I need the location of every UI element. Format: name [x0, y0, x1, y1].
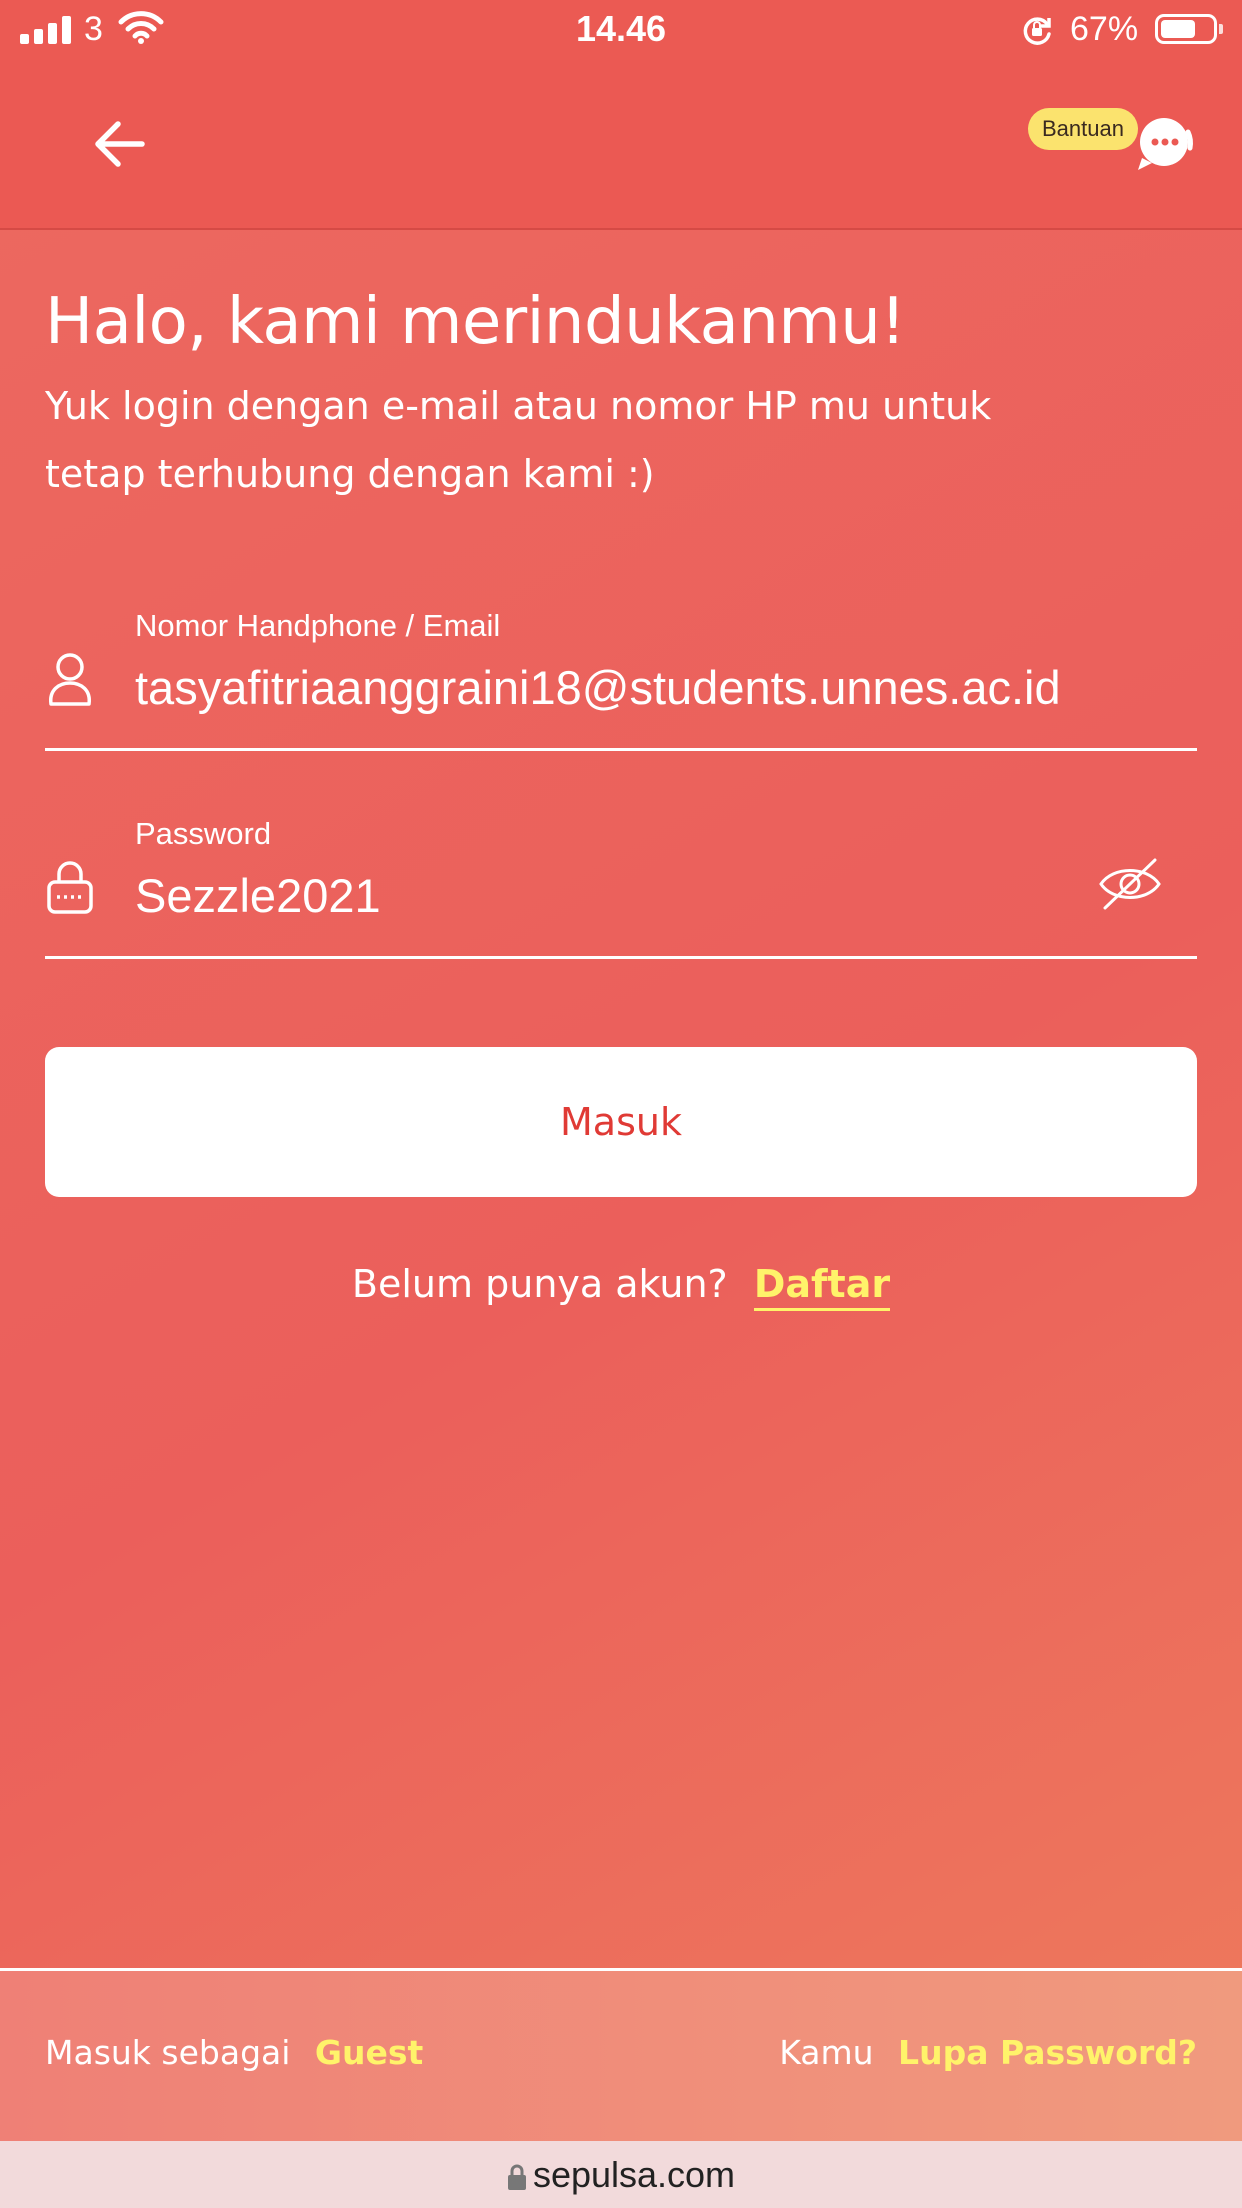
register-row: Belum punya akun? Daftar — [0, 1262, 1242, 1311]
email-input[interactable] — [135, 660, 1135, 715]
forgot-password-row: Kamu Lupa Password? — [779, 2033, 1197, 2072]
back-button[interactable] — [90, 118, 150, 170]
bottom-bar: Masuk sebagai Guest Kamu Lupa Password? — [0, 1968, 1242, 2144]
help-button[interactable]: Bantuan — [1028, 108, 1198, 178]
guest-prefix: Masuk sebagai — [45, 2033, 291, 2072]
page-title: Halo, kami merindukanmu! — [45, 285, 906, 359]
help-label: Bantuan — [1028, 108, 1138, 150]
battery-level-fill — [1161, 20, 1195, 38]
email-field-label: Nomor Handphone / Email — [135, 608, 501, 643]
password-field[interactable]: Password — [45, 806, 1197, 959]
forgot-prefix: Kamu — [779, 2033, 874, 2072]
password-field-label: Password — [135, 816, 272, 851]
password-visibility-toggle[interactable] — [1095, 854, 1165, 914]
eye-slash-icon — [1099, 858, 1161, 910]
lock-icon — [507, 2165, 526, 2191]
rotation-lock-icon — [1023, 17, 1051, 45]
battery-percent: 67% — [1070, 10, 1139, 48]
guest-login-link[interactable]: Guest — [315, 2033, 423, 2072]
browser-url-bar[interactable]: sepulsa.com — [0, 2141, 1242, 2208]
password-input[interactable] — [135, 868, 1135, 923]
guest-login-row: Masuk sebagai Guest — [45, 2033, 423, 2072]
user-icon — [49, 653, 91, 706]
clock: 14.46 — [575, 8, 667, 49]
login-button[interactable]: Masuk — [45, 1047, 1197, 1197]
chat-support-icon — [1138, 118, 1193, 170]
url-text: sepulsa.com — [532, 2154, 736, 2195]
register-link[interactable]: Daftar — [753, 1262, 891, 1311]
login-page: 3 14.46 67% Bantuan Halo, kami merinduka… — [0, 0, 1242, 2208]
email-field[interactable]: Nomor Handphone / Email — [45, 598, 1197, 751]
header-bar: Bantuan — [0, 60, 1242, 230]
battery-icon — [1155, 14, 1217, 44]
lock-icon — [47, 861, 93, 914]
page-subtitle: Yuk login dengan e-mail atau nomor HP mu… — [45, 384, 992, 496]
register-prompt: Belum punya akun? — [351, 1262, 728, 1306]
status-bar: 3 14.46 67% — [0, 0, 1242, 60]
forgot-password-link[interactable]: Lupa Password? — [898, 2033, 1197, 2072]
arrow-left-icon — [95, 121, 145, 167]
battery-cap — [1219, 24, 1223, 34]
